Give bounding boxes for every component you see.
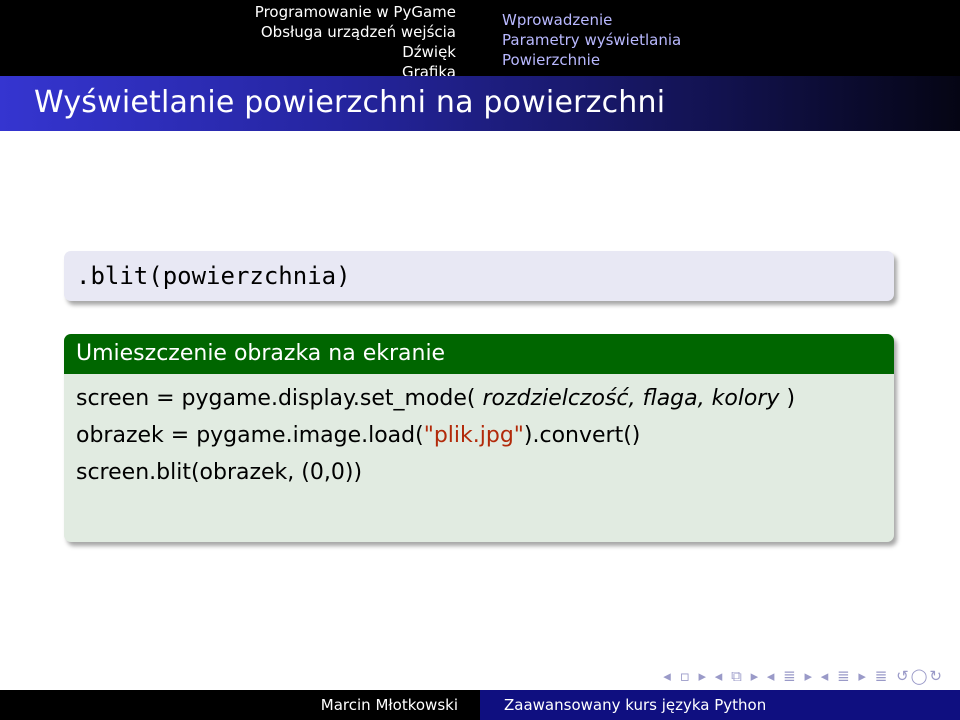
- top-navigation: Programowanie w PyGame Obsługa urządzeń …: [0, 0, 960, 81]
- subsection-link-powierzchnie[interactable]: Powierzchnie: [502, 50, 960, 70]
- section-link-dzwiek[interactable]: Dźwięk: [0, 42, 472, 62]
- example-block: Umieszczenie obrazka na ekranie screen =…: [64, 334, 894, 542]
- code-line-3: screen.blit(obrazek, (0,0)): [76, 460, 363, 485]
- example-body: screen = pygame.display.set_mode( rozdzi…: [64, 374, 894, 497]
- subsection-link-parametry[interactable]: Parametry wyświetlania: [502, 30, 960, 50]
- code-line-2-suffix: ).convert(): [523, 423, 641, 448]
- code-block: .blit(powierzchnia): [64, 251, 894, 301]
- section-link-obsluga[interactable]: Obsługa urządzeń wejścia: [0, 22, 472, 42]
- subsection-list: Wprowadzenie Parametry wyświetlania Powi…: [472, 0, 960, 76]
- section-link-programowanie[interactable]: Programowanie w PyGame: [0, 2, 472, 22]
- footer-course: Zaawansowany kurs języka Python: [480, 690, 960, 720]
- code-line-1-prefix: screen = pygame.display.set_mode(: [76, 386, 483, 411]
- example-title: Umieszczenie obrazka na ekranie: [76, 341, 446, 366]
- footer-author: Marcin Młotkowski: [0, 690, 480, 720]
- frame-title-bar: Wyświetlanie powierzchni na powierzchni: [0, 76, 960, 131]
- frame-title: Wyświetlanie powierzchni na powierzchni: [34, 85, 666, 120]
- code-line-1-args: rozdzielczość, flaga, kolory: [482, 386, 780, 411]
- example-header: Umieszczenie obrazka na ekranie: [64, 334, 894, 374]
- code-line-2-prefix: obrazek = pygame.image.load(: [76, 423, 424, 448]
- beamer-navigation-icons[interactable]: ◂ ▫ ▸ ◂ ⧉ ▸ ◂ ≣ ▸ ◂ ≣ ▸ ≣ ↺◯↻: [663, 667, 944, 685]
- code-line-1: screen = pygame.display.set_mode( rozdzi…: [76, 380, 882, 417]
- code-snippet: .blit(powierzchnia): [76, 262, 351, 290]
- section-list: Programowanie w PyGame Obsługa urządzeń …: [0, 0, 472, 81]
- footer: Marcin Młotkowski Zaawansowany kurs języ…: [0, 690, 960, 720]
- code-line-2-string: "plik.jpg": [423, 423, 524, 448]
- code-line-1-suffix: ): [779, 386, 796, 411]
- code-line-2: obrazek = pygame.image.load("plik.jpg").…: [76, 417, 882, 454]
- subsection-link-wprowadzenie[interactable]: Wprowadzenie: [502, 10, 960, 30]
